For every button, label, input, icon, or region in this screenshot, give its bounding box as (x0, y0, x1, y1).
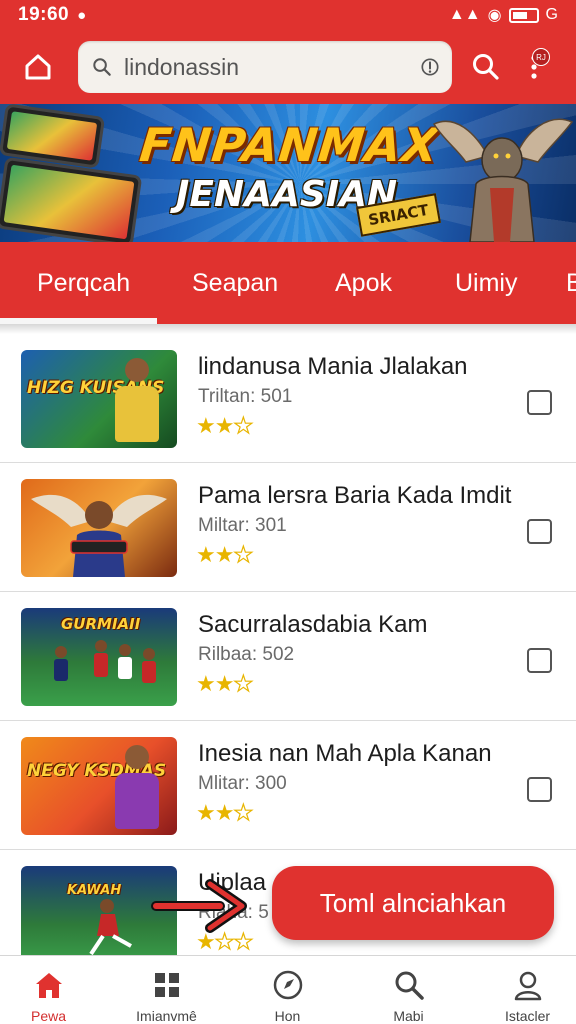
select-checkbox[interactable] (527, 777, 552, 802)
item-title: Sacurralasdabia Kam (198, 611, 428, 638)
item-subtitle: Mlitar: 300 (198, 773, 287, 794)
tab-perqcah[interactable]: Perqcah (37, 242, 130, 324)
search-bar[interactable] (78, 41, 452, 93)
game-thumbnail (21, 479, 177, 577)
star-rating: ★★★ (196, 412, 254, 438)
list-item[interactable]: GURMIAII Sacurralasdabia Kam Rilbaa: 502… (0, 592, 576, 721)
notification-badge: RJ (532, 48, 550, 66)
tab-label: Perqcah (37, 268, 131, 297)
profile-icon (514, 971, 541, 1001)
item-title: lindanusa Mania Jlalakan (198, 353, 468, 380)
home-button[interactable] (10, 39, 66, 95)
primary-action-button[interactable]: Toml alnciahkan (272, 866, 554, 940)
item-title: Pama lersra Baria Kada Imdit (198, 482, 512, 509)
app-bar: RJ (0, 30, 576, 104)
star-rating: ★★★ (196, 541, 254, 567)
tab-label: Seapan (192, 268, 279, 297)
tab-b[interactable]: B (566, 242, 576, 324)
game-thumbnail: HIZG KUISANS (21, 350, 177, 448)
home-icon (35, 973, 62, 998)
item-subtitle: Triltan: 501 (198, 386, 293, 407)
item-title: Inesia nan Mah Apla Kanan (198, 740, 492, 767)
nav-item-pewa[interactable]: Pewa (0, 956, 106, 1024)
nav-item-mabi[interactable]: Mabi (351, 956, 466, 1024)
tab-label: Apok (335, 268, 392, 297)
winged-creature-image (432, 118, 574, 242)
search-icon (473, 54, 499, 80)
banner-title: FNPANMAX (137, 118, 442, 172)
nav-item-istacler[interactable]: Istacler (470, 956, 576, 1024)
network-type: G (545, 6, 558, 23)
tab-label: Uimiy (455, 268, 518, 297)
tab-label: B (566, 268, 576, 297)
category-tabs: Perqcah Seapan Apok Uimiy B (0, 242, 576, 324)
search-icon (93, 58, 111, 76)
select-checkbox[interactable] (527, 390, 552, 415)
nav-label: Pewa (30, 1008, 67, 1024)
game-thumbnail: NEGY KSDMAS (21, 737, 177, 835)
list-item[interactable]: Pama lersra Baria Kada Imdit Miltar: 301… (0, 463, 576, 592)
bottom-navigation: Pewa Imianvmê Hon Mabi Istacler (0, 955, 576, 1024)
search-button[interactable] (458, 39, 514, 95)
nav-label: Istacler (504, 1008, 551, 1024)
tabs-shadow (0, 324, 576, 334)
tab-seapan[interactable]: Seapan (192, 242, 278, 324)
nav-label: Imianvmê (136, 1008, 197, 1024)
player-figure (111, 745, 163, 831)
battery-icon (508, 7, 539, 23)
wifi-icon: ◉ (487, 7, 502, 24)
pointer-arrow-icon (151, 879, 247, 933)
select-checkbox[interactable] (527, 519, 552, 544)
promo-banner[interactable]: FNPANMAX JENAASIAN SRIACT (0, 104, 576, 242)
item-subtitle: Miltar: 301 (198, 515, 287, 536)
select-checkbox[interactable] (527, 648, 552, 673)
list-item[interactable]: HIZG KUISANS lindanusa Mania Jlalakan Tr… (0, 334, 576, 463)
tab-uimiy[interactable]: Uimiy (455, 242, 518, 324)
signal-icon: ▲▲ (448, 6, 481, 23)
search-input[interactable] (124, 53, 420, 81)
star-rating: ★★★ (196, 799, 254, 825)
search-icon (395, 971, 424, 1000)
game-thumbnail: GURMIAII (21, 608, 177, 706)
nav-item-imianvme[interactable]: Imianvmê (109, 956, 224, 1024)
tab-apok[interactable]: Apok (335, 242, 392, 324)
info-icon[interactable] (420, 54, 440, 80)
status-bar: 19:60 ● ▲▲ ◉ G (0, 0, 576, 30)
item-subtitle: Rilbaa: 502 (198, 644, 295, 665)
grid-icon (154, 973, 179, 997)
nav-label: Mabi (393, 1008, 424, 1024)
overflow-menu-button[interactable]: RJ (514, 39, 554, 95)
star-rating: ★★★ (196, 670, 254, 696)
compass-icon (273, 970, 302, 1000)
status-time: 19:60 (18, 4, 70, 25)
list-item[interactable]: NEGY KSDMAS Inesia nan Mah Apla Kanan Ml… (0, 721, 576, 850)
player-figure (111, 358, 163, 444)
home-icon (25, 54, 51, 80)
winged-player-image (31, 494, 167, 577)
nav-item-hon[interactable]: Hon (230, 956, 345, 1024)
lock-icon: ● (77, 6, 87, 24)
players-image (54, 640, 156, 683)
nav-label: Hon (274, 1008, 301, 1024)
